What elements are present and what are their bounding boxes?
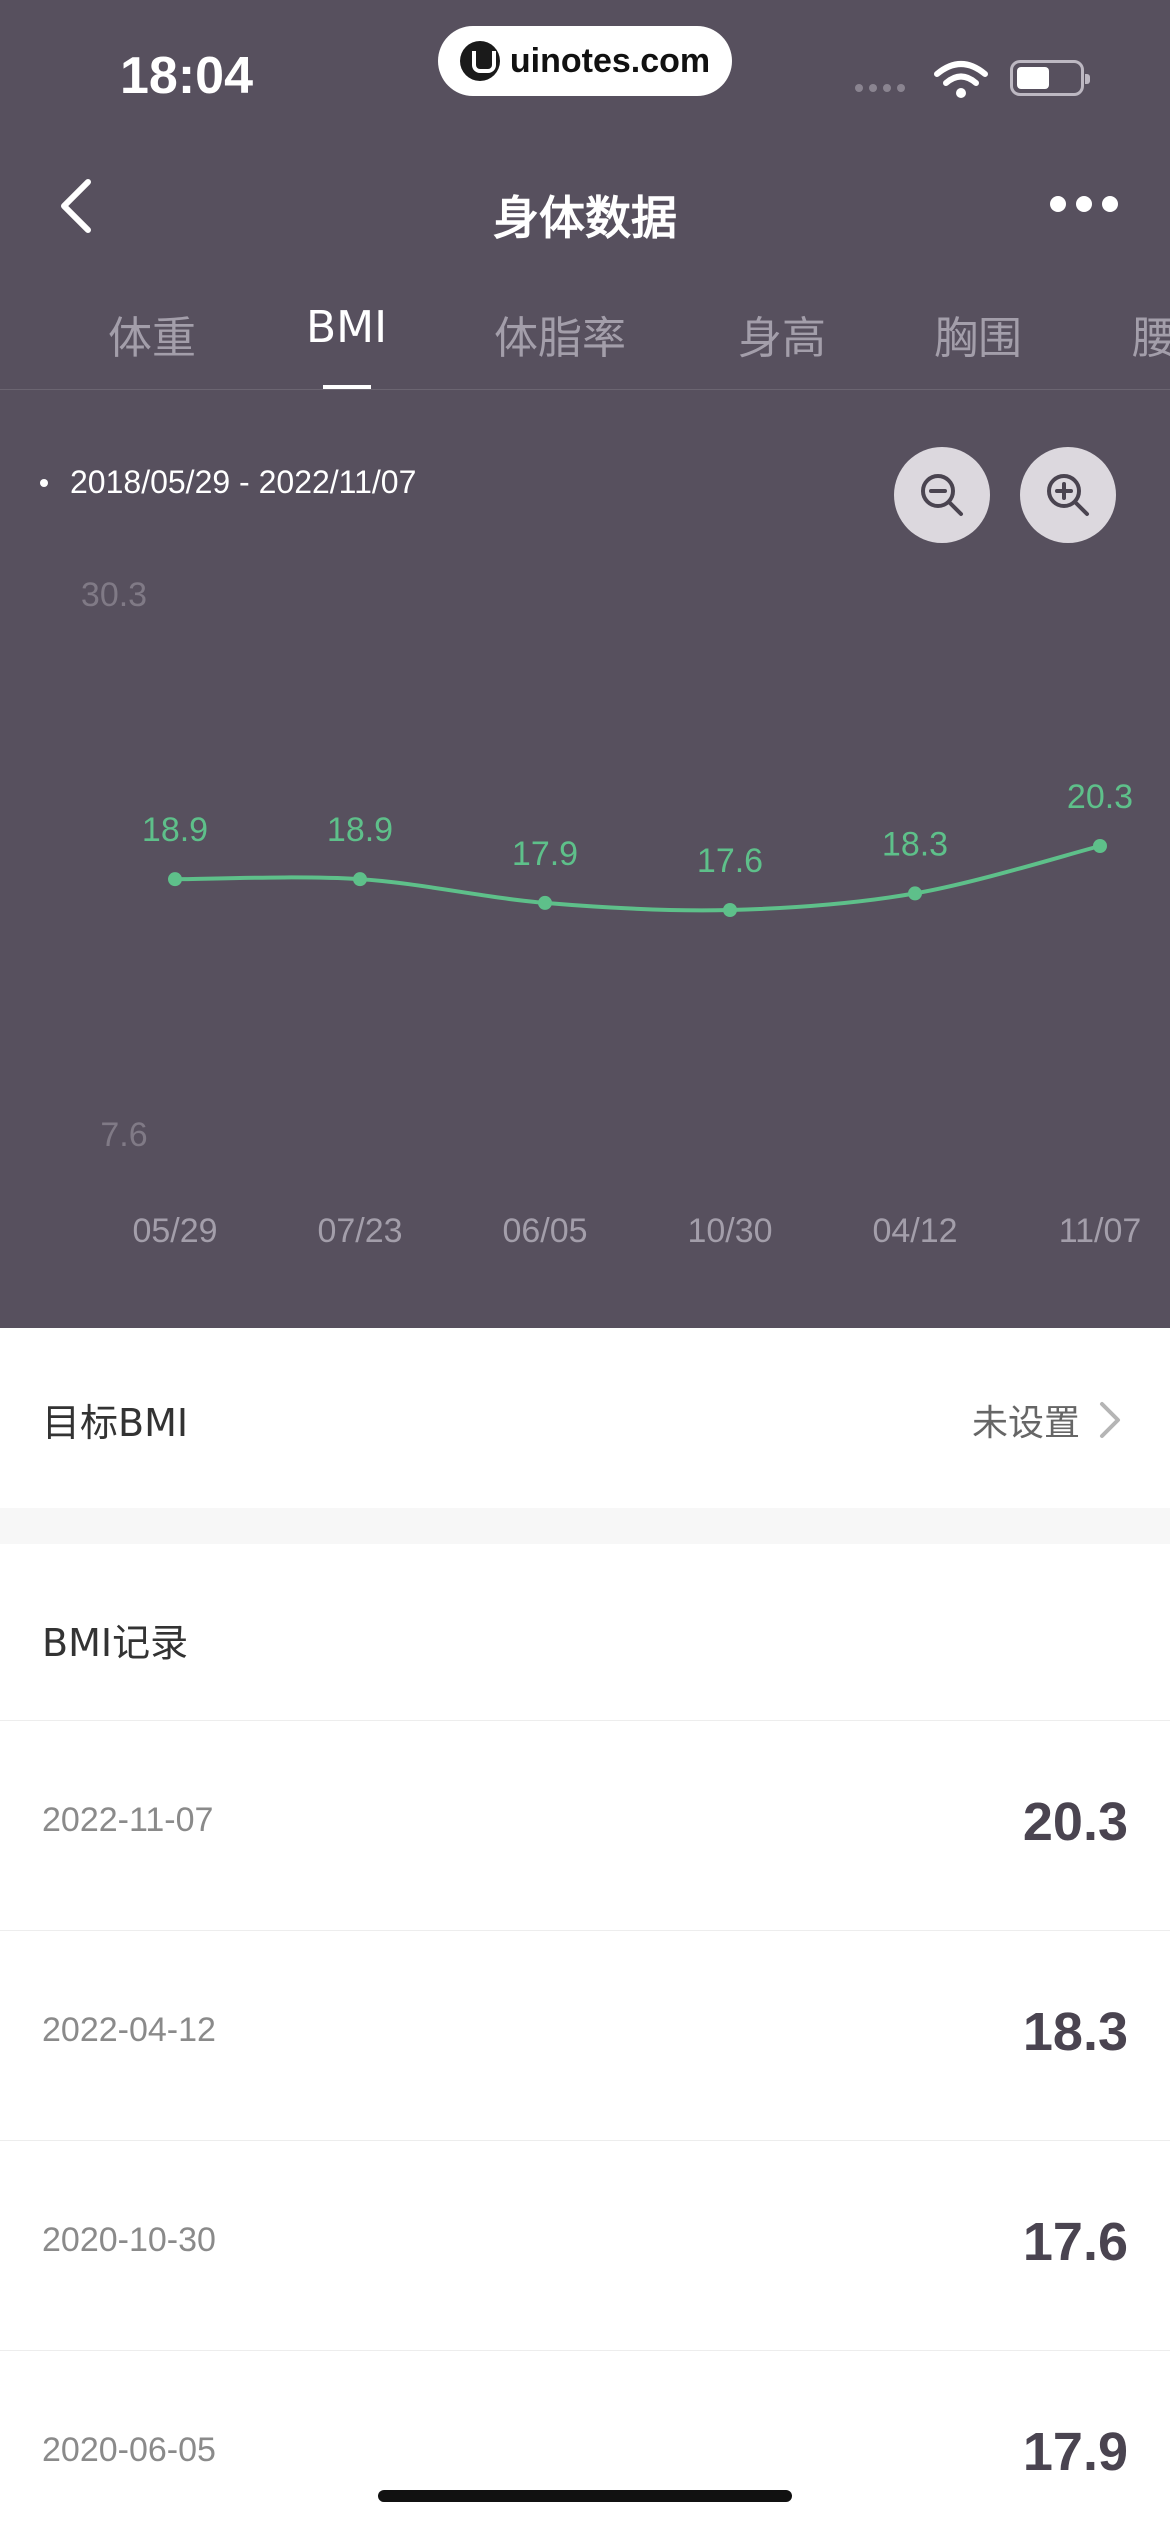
- zoom-in-button[interactable]: [1020, 447, 1116, 543]
- x-tick-label: 11/07: [1059, 1212, 1142, 1250]
- data-label: 17.6: [697, 842, 763, 880]
- tab-chest[interactable]: 胸围: [934, 302, 1022, 366]
- data-point: [1093, 839, 1107, 853]
- y-tick-label: 30.3: [81, 576, 147, 614]
- battery-icon: [1010, 60, 1090, 96]
- tab-waist[interactable]: 腰: [1132, 302, 1170, 366]
- records-title: BMI记录: [42, 1621, 189, 1665]
- record-row[interactable]: 2022-04-12 18.3: [0, 1930, 1170, 2140]
- header-panel: 18:04 uinotes.com 身体数据 体重 BMI 体脂率 身高 胸围 …: [0, 0, 1170, 1328]
- home-indicator[interactable]: [378, 2490, 792, 2502]
- watermark-logo-icon: [459, 41, 500, 81]
- status-bar: 18:04 uinotes.com: [0, 0, 1170, 140]
- more-button[interactable]: [1050, 196, 1118, 212]
- tab-bmi[interactable]: BMI: [306, 302, 387, 353]
- watermark-text: uinotes.com: [509, 41, 711, 80]
- wifi-icon: [934, 61, 988, 98]
- record-row[interactable]: 2022-11-07 20.3: [0, 1720, 1170, 1930]
- date-range: 2018/05/29 - 2022/11/07: [40, 464, 416, 501]
- data-label: 18.9: [327, 811, 393, 849]
- more-icon: [1050, 196, 1066, 212]
- watermark-badge: uinotes.com: [438, 26, 732, 96]
- record-row[interactable]: 2020-10-30 17.6: [0, 2140, 1170, 2350]
- metric-tabs: 体重 BMI 体脂率 身高 胸围 腰: [0, 290, 1170, 390]
- record-value: 17.6: [1022, 2212, 1128, 2272]
- record-date: 2022-04-12: [42, 2011, 216, 2049]
- record-row[interactable]: 2020-06-05 17.9: [0, 2350, 1170, 2532]
- x-tick-label: 06/05: [502, 1212, 587, 1250]
- data-point: [723, 903, 737, 917]
- zoom-out-button[interactable]: [894, 447, 990, 543]
- bullet-icon: [40, 478, 48, 487]
- data-point: [538, 895, 552, 910]
- date-range-text: 2018/05/29 - 2022/11/07: [70, 464, 417, 500]
- data-point: [168, 872, 182, 887]
- signal-icon: [855, 84, 905, 92]
- series-line: [174, 844, 1101, 913]
- zoom-out-icon: [921, 474, 963, 516]
- data-label: 17.9: [512, 835, 578, 873]
- data-point: [908, 886, 922, 901]
- zoom-in-icon: [1047, 474, 1089, 516]
- data-label: 18.3: [882, 825, 948, 863]
- goal-bmi-label: 目标BMI: [42, 1401, 189, 1445]
- data-label: 18.9: [142, 811, 208, 849]
- data-label: 20.3: [1067, 778, 1133, 816]
- record-date: 2020-10-30: [42, 2221, 216, 2259]
- status-time: 18:04: [120, 47, 253, 105]
- record-value: 17.9: [1022, 2422, 1128, 2482]
- data-point: [353, 872, 367, 887]
- x-tick-label: 07/23: [317, 1212, 402, 1250]
- goal-bmi-row[interactable]: 目标BMI 未设置: [0, 1328, 1170, 1508]
- x-tick-label: 05/29: [132, 1212, 217, 1250]
- page-title: 身体数据: [493, 191, 677, 245]
- y-tick-label: 7.6: [100, 1116, 147, 1154]
- record-value: 20.3: [1022, 1792, 1128, 1852]
- tab-weight[interactable]: 体重: [108, 302, 196, 366]
- nav-bar: 身体数据: [0, 160, 1170, 250]
- tab-body-fat[interactable]: 体脂率: [494, 302, 626, 366]
- x-tick-label: 04/12: [872, 1212, 957, 1250]
- section-divider: [0, 1508, 1170, 1544]
- chevron-right-icon: [1100, 1402, 1120, 1438]
- bmi-line-chart: 30.3 7.6 18.9 05/29 18.9 07/23 17.9 06/05 17.6 10…: [81, 576, 1142, 1250]
- record-date: 2022-11-07: [42, 1801, 214, 1839]
- goal-bmi-value: 未设置: [971, 1403, 1080, 1444]
- active-tab-indicator: [323, 385, 371, 389]
- record-date: 2020-06-05: [42, 2431, 216, 2469]
- tab-height[interactable]: 身高: [738, 302, 826, 366]
- x-tick-label: 10/30: [687, 1212, 772, 1250]
- record-value: 18.3: [1022, 2002, 1128, 2062]
